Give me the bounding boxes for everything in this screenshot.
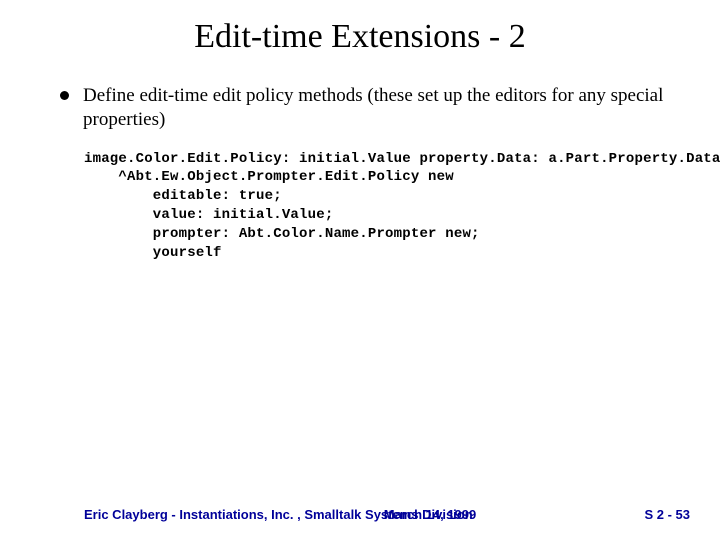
slide-body: Define edit-time edit policy methods (th… [0, 64, 720, 263]
bullet-icon [60, 91, 69, 100]
bullet-item: Define edit-time edit policy methods (th… [60, 84, 680, 132]
footer-author: Eric Clayberg - Instantiations, Inc. , S… [84, 507, 473, 522]
footer-page: S 2 - 53 [644, 507, 690, 522]
bullet-text: Define edit-time edit policy methods (th… [83, 84, 680, 132]
footer: Eric Clayberg - Instantiations, Inc. , S… [0, 507, 720, 522]
slide: Edit-time Extensions - 2 Define edit-tim… [0, 0, 720, 540]
code-block: image.Color.Edit.Policy: initial.Value p… [84, 150, 680, 263]
slide-title: Edit-time Extensions - 2 [0, 0, 720, 64]
